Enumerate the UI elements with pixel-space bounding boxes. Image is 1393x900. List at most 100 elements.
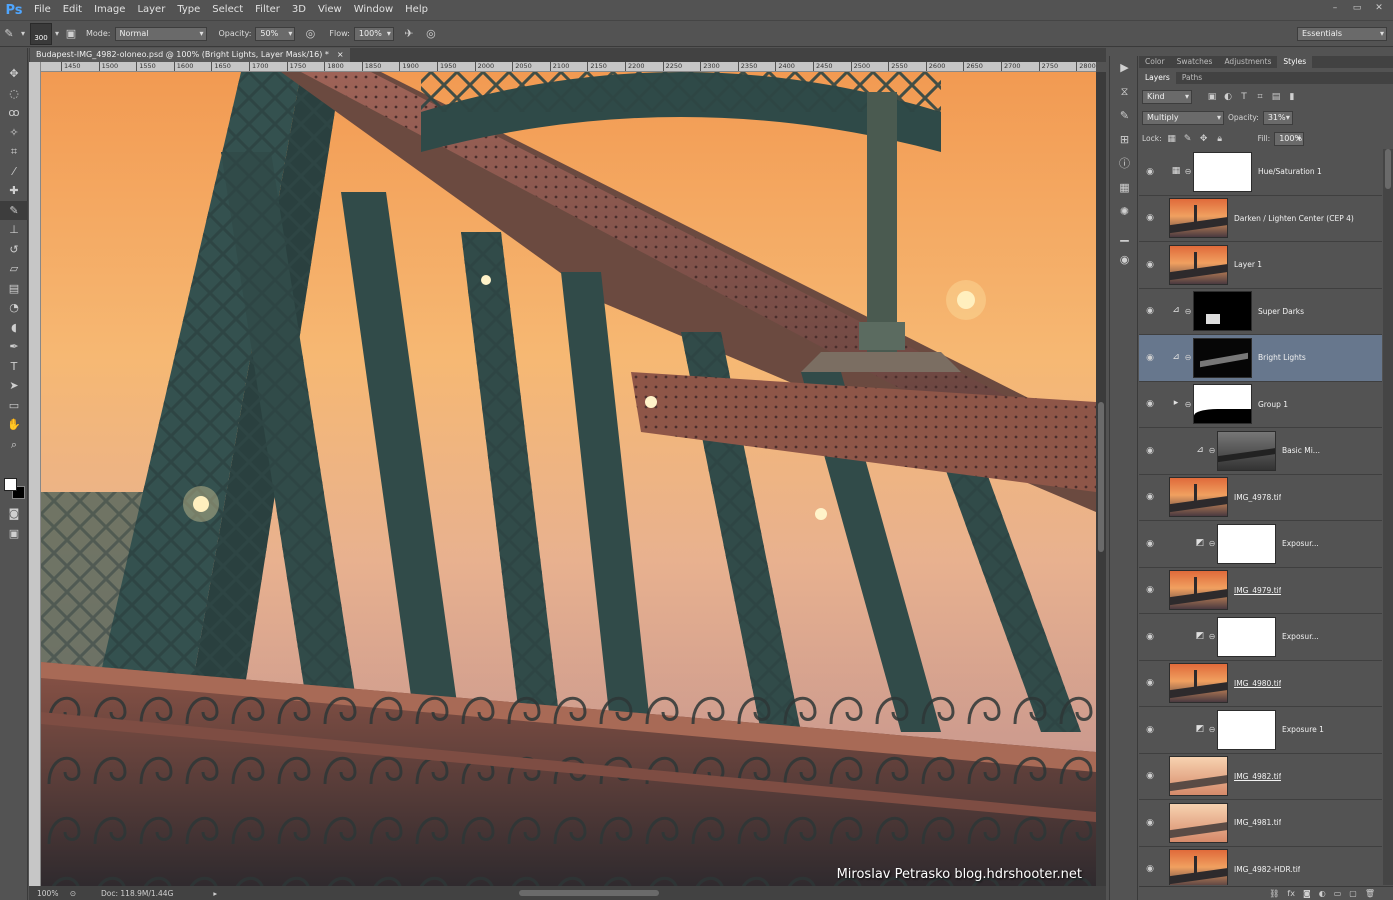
- share-icon[interactable]: ⊙: [65, 889, 81, 898]
- layer-style-icon[interactable]: fx: [1287, 887, 1295, 900]
- foreground-color-swatch[interactable]: [4, 478, 17, 491]
- layer-type-icon[interactable]: ▸: [1169, 398, 1183, 410]
- layer-mask-thumbnail[interactable]: [1193, 337, 1252, 378]
- scrollbar-thumb[interactable]: [1098, 402, 1104, 552]
- visibility-eye-icon[interactable]: ◉: [1139, 167, 1161, 177]
- zoom-level[interactable]: 100%: [29, 889, 65, 898]
- layer-row[interactable]: ◉ ▦ ⊖ Hue/Saturation 1: [1139, 149, 1382, 196]
- menu-select[interactable]: Select: [206, 0, 249, 20]
- layer-type-icon[interactable]: ⊿: [1169, 305, 1183, 317]
- menu-window[interactable]: Window: [348, 0, 399, 20]
- path-selection-tool-icon[interactable]: ➤: [0, 376, 28, 396]
- lock-transparency-icon[interactable]: ▦: [1166, 133, 1178, 145]
- layer-thumbnail[interactable]: [1169, 849, 1228, 885]
- menu-filter[interactable]: Filter: [249, 0, 286, 20]
- fill-field[interactable]: 100%: [1274, 131, 1305, 146]
- layer-type-icon[interactable]: ◩: [1193, 724, 1207, 736]
- visibility-eye-icon[interactable]: ◉: [1139, 632, 1161, 642]
- mask-link-icon[interactable]: ⊖: [1183, 167, 1193, 176]
- tab-styles[interactable]: Styles: [1277, 56, 1313, 68]
- brush-panel-toggle-icon[interactable]: ▣: [62, 25, 80, 43]
- history-brush-tool-icon[interactable]: ↺: [0, 240, 28, 260]
- visibility-eye-icon[interactable]: ◉: [1139, 492, 1161, 502]
- hand-tool-icon[interactable]: ✋: [0, 415, 28, 435]
- link-layers-icon[interactable]: ⛓: [1269, 887, 1279, 900]
- quick-selection-tool-icon[interactable]: ✧: [0, 123, 28, 143]
- menu-view[interactable]: View: [312, 0, 348, 20]
- menu-type[interactable]: Type: [171, 0, 206, 20]
- visibility-eye-icon[interactable]: ◉: [1139, 306, 1161, 316]
- layer-type-icon[interactable]: ⊿: [1193, 445, 1207, 457]
- maximize-button[interactable]: ▭: [1347, 2, 1367, 15]
- layer-name[interactable]: IMG_4979.tif: [1234, 586, 1281, 595]
- layer-name[interactable]: Hue/Saturation 1: [1258, 167, 1322, 176]
- visibility-eye-icon[interactable]: ◉: [1139, 539, 1161, 549]
- layer-name[interactable]: Group 1: [1258, 400, 1288, 409]
- quick-mask-icon[interactable]: ◙: [0, 504, 28, 524]
- layer-name[interactable]: IMG_4980.tif: [1234, 679, 1281, 688]
- mask-link-icon[interactable]: ⊖: [1183, 307, 1193, 316]
- type-tool-icon[interactable]: T: [0, 357, 28, 377]
- layer-type-icon[interactable]: ◩: [1193, 631, 1207, 643]
- layer-row[interactable]: ◉ Darken / Lighten Center (CEP 4): [1139, 195, 1382, 242]
- color-swatches[interactable]: [4, 478, 26, 500]
- visibility-eye-icon[interactable]: ◉: [1139, 353, 1161, 363]
- filter-smart-object-icon[interactable]: ▤: [1270, 91, 1282, 103]
- layer-type-icon[interactable]: ◩: [1193, 538, 1207, 550]
- eyedropper-tool-icon[interactable]: ⁄: [0, 162, 28, 182]
- blend-mode-select[interactable]: Multiply: [1142, 110, 1224, 125]
- lock-pixels-icon[interactable]: ✎: [1182, 133, 1194, 145]
- layer-type-icon[interactable]: ⊿: [1169, 352, 1183, 364]
- horizontal-scrollbar-thumb[interactable]: [519, 890, 659, 896]
- clone-stamp-tool-icon[interactable]: ⊥: [0, 220, 28, 240]
- layers-scrollbar[interactable]: [1383, 149, 1393, 885]
- layer-row[interactable]: ◉ IMG_4981.tif: [1139, 800, 1382, 847]
- scrollbar-thumb[interactable]: [1385, 149, 1391, 189]
- crop-tool-icon[interactable]: ⌗: [0, 142, 28, 162]
- move-tool-icon[interactable]: ✥: [0, 64, 28, 84]
- layer-thumbnail[interactable]: [1169, 477, 1228, 518]
- layer-mask-thumbnail[interactable]: [1193, 384, 1252, 425]
- visibility-eye-icon[interactable]: ◉: [1139, 260, 1161, 270]
- blur-tool-icon[interactable]: ◔: [0, 298, 28, 318]
- screen-mode-icon[interactable]: ▣: [0, 524, 28, 544]
- rectangle-tool-icon[interactable]: ▭: [0, 396, 28, 416]
- layer-name[interactable]: Super Darks: [1258, 307, 1304, 316]
- layer-thumbnail[interactable]: [1169, 663, 1228, 704]
- chevron-down-icon[interactable]: ▾: [18, 25, 28, 43]
- pressure-size-icon[interactable]: ◎: [422, 25, 440, 43]
- filter-type-icon[interactable]: T: [1238, 91, 1250, 103]
- mask-link-icon[interactable]: ⊖: [1207, 446, 1217, 455]
- layer-name[interactable]: IMG_4978.tif: [1234, 493, 1281, 502]
- layer-thumbnail[interactable]: [1169, 756, 1228, 797]
- layer-name[interactable]: IMG_4981.tif: [1234, 818, 1281, 827]
- document-tab[interactable]: Budapest-IMG_4982-oloneo.psd @ 100% (Bri…: [30, 48, 350, 62]
- layer-name[interactable]: Darken / Lighten Center (CEP 4): [1234, 214, 1354, 223]
- navigator-icon[interactable]: ◉: [1110, 248, 1139, 272]
- visibility-eye-icon[interactable]: ◉: [1139, 725, 1161, 735]
- mask-link-icon[interactable]: ⊖: [1207, 539, 1217, 548]
- layer-row[interactable]: ◉ ⊿ ⊖ Super Darks: [1139, 288, 1382, 335]
- layer-mask-thumbnail[interactable]: [1193, 151, 1252, 192]
- layer-name[interactable]: Bright Lights: [1258, 353, 1306, 362]
- brush-size-picker[interactable]: 300: [30, 22, 52, 45]
- layer-type-icon[interactable]: ▦: [1169, 166, 1183, 178]
- status-menu-icon[interactable]: ▸: [213, 889, 217, 898]
- layer-name[interactable]: Exposure 1: [1282, 725, 1324, 734]
- histogram-icon[interactable]: ▁: [1110, 224, 1139, 248]
- layer-row[interactable]: ◉ ◩ ⊖ Exposur...: [1139, 521, 1382, 568]
- menu-image[interactable]: Image: [88, 0, 131, 20]
- mask-link-icon[interactable]: ⊖: [1183, 353, 1193, 362]
- mode-select[interactable]: Normal: [114, 26, 207, 41]
- layer-mask-thumbnail[interactable]: [1217, 616, 1276, 657]
- close-icon[interactable]: ×: [337, 48, 344, 62]
- tab-color[interactable]: Color: [1139, 56, 1171, 68]
- layer-row[interactable]: ◉ Layer 1: [1139, 242, 1382, 289]
- layer-thumbnail[interactable]: [1169, 244, 1228, 285]
- layer-row[interactable]: ◉ ◩ ⊖ Exposur...: [1139, 614, 1382, 661]
- visibility-eye-icon[interactable]: ◉: [1139, 678, 1161, 688]
- layer-name[interactable]: Exposur...: [1282, 632, 1319, 641]
- visibility-eye-icon[interactable]: ◉: [1139, 585, 1161, 595]
- filter-shape-icon[interactable]: ⌗: [1254, 91, 1266, 103]
- layer-row[interactable]: ◉ ▸ ⊖ Group 1: [1139, 381, 1382, 428]
